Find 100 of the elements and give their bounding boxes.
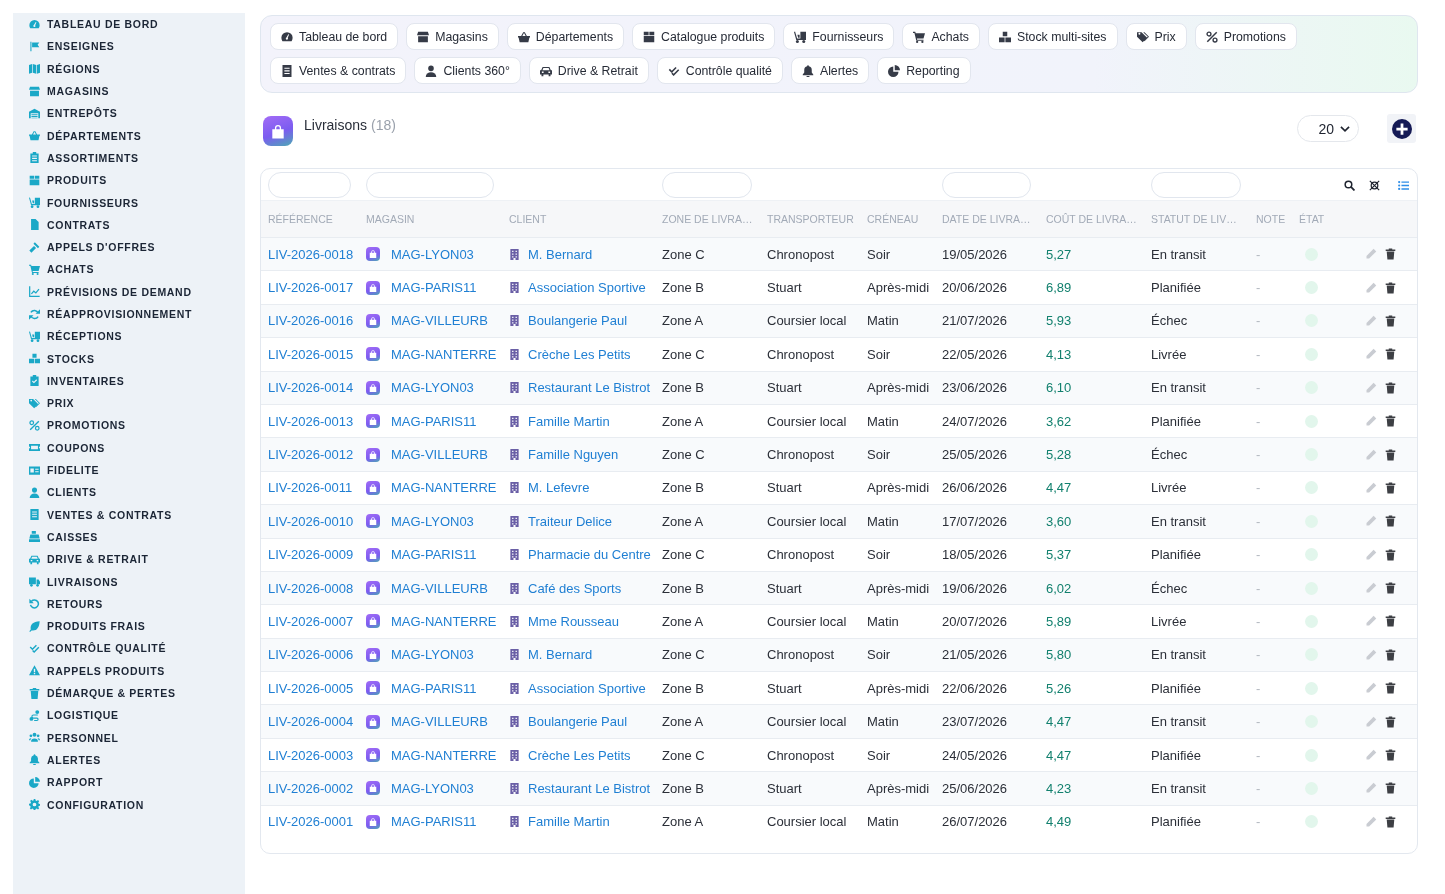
- nav-tab[interactable]: Contrôle qualité: [656, 57, 783, 84]
- reference-link[interactable]: LIV-2026-0006: [268, 647, 354, 663]
- sidebar-item[interactable]: MAGASINS: [13, 79, 245, 103]
- sidebar-item[interactable]: CLIENTS: [13, 481, 245, 504]
- client-link[interactable]: Mme Rousseau: [528, 614, 620, 629]
- store-link[interactable]: MAG-NANTERRE: [391, 614, 497, 629]
- nav-tab[interactable]: Achats: [902, 23, 980, 50]
- delete-button[interactable]: [1385, 281, 1396, 294]
- filter-field[interactable]: [268, 172, 351, 198]
- delete-button[interactable]: [1385, 448, 1396, 461]
- reference-link[interactable]: LIV-2026-0012: [268, 447, 354, 463]
- search-button[interactable]: [1344, 179, 1355, 191]
- edit-button[interactable]: [1365, 515, 1377, 528]
- edit-button[interactable]: [1365, 648, 1377, 661]
- client-link[interactable]: Café des Sports: [528, 580, 622, 596]
- sidebar-item[interactable]: PRODUITS FRAIS: [13, 615, 245, 638]
- edit-button[interactable]: [1365, 582, 1377, 595]
- edit-button[interactable]: [1365, 448, 1377, 461]
- delete-button[interactable]: [1385, 682, 1396, 695]
- store-link[interactable]: MAG-LYON03: [391, 513, 474, 529]
- store-link[interactable]: MAG-PARIS11: [391, 680, 477, 696]
- reference-link[interactable]: LIV-2026-0010: [268, 513, 354, 529]
- client-link[interactable]: M. Lefevre: [528, 480, 590, 496]
- client-link[interactable]: Famille Nguyen: [528, 447, 619, 463]
- sidebar-item[interactable]: ACHATS: [13, 258, 245, 281]
- store-link[interactable]: MAG-NANTERRE: [391, 747, 497, 763]
- edit-button[interactable]: [1365, 481, 1377, 494]
- sidebar-item[interactable]: ALERTES: [13, 748, 245, 772]
- nav-tab[interactable]: Catalogue produits: [632, 23, 776, 50]
- nav-tab[interactable]: Magasins: [406, 23, 499, 50]
- reference-link[interactable]: LIV-2026-0005: [268, 680, 354, 696]
- client-link[interactable]: Boulangerie Paul: [528, 714, 628, 730]
- filter-field[interactable]: [662, 172, 752, 198]
- sidebar-item[interactable]: PRÉVISIONS DE DEMAND: [13, 280, 245, 303]
- sidebar-item[interactable]: RAPPORT: [13, 771, 245, 794]
- store-link[interactable]: MAG-PARIS11: [391, 814, 477, 830]
- sidebar-item[interactable]: RETOURS: [13, 592, 245, 615]
- sidebar-item[interactable]: INVENTAIRES: [13, 369, 245, 393]
- reference-link[interactable]: LIV-2026-0004: [268, 714, 354, 730]
- sidebar-item[interactable]: RÉAPPROVISIONNEMENT: [13, 302, 245, 326]
- sidebar-item[interactable]: LOGISTIQUE: [13, 704, 245, 727]
- clear-filters-button[interactable]: [1369, 179, 1380, 191]
- store-link[interactable]: MAG-VILLEURB: [391, 580, 488, 596]
- client-link[interactable]: Restaurant Le Bistrot: [528, 780, 651, 796]
- client-link[interactable]: Crèche Les Petits: [528, 346, 631, 362]
- client-link[interactable]: Association Sportive: [528, 680, 646, 696]
- delete-button[interactable]: [1385, 381, 1396, 394]
- client-link[interactable]: M. Bernard: [528, 647, 593, 663]
- filter-field[interactable]: [1151, 172, 1241, 198]
- sidebar-item[interactable]: TABLEAU DE BORD: [13, 13, 245, 36]
- reference-link[interactable]: LIV-2026-0003: [268, 747, 354, 763]
- store-link[interactable]: MAG-VILLEURB: [391, 447, 488, 463]
- sidebar-item[interactable]: STOCKS: [13, 347, 245, 370]
- list-view-button[interactable]: [1398, 179, 1409, 191]
- reference-link[interactable]: LIV-2026-0001: [268, 814, 354, 830]
- store-link[interactable]: MAG-NANTERRE: [391, 480, 497, 496]
- sidebar-item[interactable]: DRIVE & RETRAIT: [13, 548, 245, 571]
- sidebar-item[interactable]: CONFIGURATION: [13, 793, 245, 816]
- sidebar-item[interactable]: LIVRAISONS: [13, 570, 245, 593]
- sidebar-item[interactable]: RÉCEPTIONS: [13, 325, 245, 348]
- nav-tab[interactable]: Départements: [506, 23, 625, 50]
- nav-tab[interactable]: Alertes: [790, 57, 870, 84]
- sidebar-item[interactable]: APPELS D'OFFRES: [13, 235, 245, 259]
- sidebar-item[interactable]: CONTRÔLE QUALITÉ: [13, 637, 245, 660]
- store-link[interactable]: MAG-LYON03: [391, 380, 474, 396]
- nav-tab[interactable]: Stock multi-sites: [988, 23, 1118, 50]
- client-link[interactable]: Boulangerie Paul: [528, 313, 628, 329]
- nav-tab[interactable]: Prix: [1125, 23, 1187, 50]
- sidebar-item[interactable]: ASSORTIMENTS: [13, 146, 245, 170]
- edit-button[interactable]: [1365, 381, 1377, 394]
- client-link[interactable]: Famille Martin: [528, 413, 610, 429]
- store-link[interactable]: MAG-VILLEURB: [391, 313, 488, 329]
- reference-link[interactable]: LIV-2026-0017: [268, 280, 354, 296]
- reference-link[interactable]: LIV-2026-0014: [268, 380, 354, 396]
- delete-button[interactable]: [1385, 481, 1396, 494]
- edit-button[interactable]: [1365, 782, 1377, 795]
- delete-button[interactable]: [1385, 749, 1396, 762]
- add-button[interactable]: [1387, 114, 1416, 143]
- delete-button[interactable]: [1385, 715, 1396, 728]
- sidebar-item[interactable]: DÉPARTEMENTS: [13, 124, 245, 147]
- filter-field[interactable]: [366, 172, 494, 198]
- reference-link[interactable]: LIV-2026-0007: [268, 614, 354, 629]
- client-link[interactable]: Traiteur Delice: [528, 513, 613, 529]
- client-link[interactable]: Crèche Les Petits: [528, 747, 631, 763]
- reference-link[interactable]: LIV-2026-0011: [268, 480, 353, 496]
- edit-button[interactable]: [1365, 348, 1377, 361]
- store-link[interactable]: MAG-PARIS11: [391, 547, 477, 563]
- sidebar-item[interactable]: CAISSES: [13, 525, 245, 549]
- nav-tab[interactable]: Clients 360°: [414, 57, 521, 84]
- client-link[interactable]: Pharmacie du Centre: [528, 547, 651, 563]
- sidebar-item[interactable]: PROMOTIONS: [13, 414, 245, 437]
- delete-button[interactable]: [1385, 815, 1396, 828]
- sidebar-item[interactable]: PRODUITS: [13, 169, 245, 192]
- sidebar-item[interactable]: RAPPELS PRODUITS: [13, 659, 245, 682]
- store-link[interactable]: MAG-LYON03: [391, 780, 474, 796]
- reference-link[interactable]: LIV-2026-0016: [268, 313, 354, 329]
- client-link[interactable]: Famille Martin: [528, 814, 610, 830]
- store-link[interactable]: MAG-PARIS11: [391, 280, 477, 296]
- store-link[interactable]: MAG-VILLEURB: [391, 714, 488, 730]
- edit-button[interactable]: [1365, 548, 1377, 561]
